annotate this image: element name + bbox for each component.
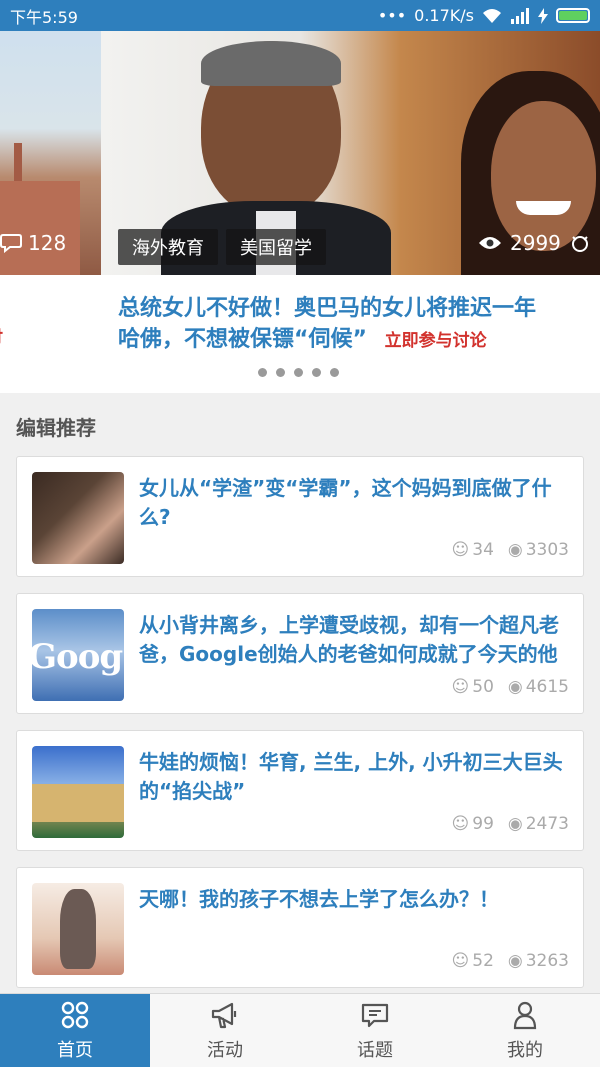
- eye-icon: [479, 237, 501, 249]
- wifi-icon: [483, 8, 501, 23]
- google-logo-text: Goog: [32, 637, 123, 677]
- charging-icon: [538, 7, 548, 24]
- slide-views: 2999: [478, 231, 591, 255]
- article-meta: ☺ 52 ◉ 3263: [452, 951, 569, 971]
- like-icon: ☺: [451, 951, 470, 971]
- like-icon: [571, 236, 588, 252]
- article-views: ◉ 2473: [507, 814, 569, 834]
- bottom-nav: 首页 活动 话题 我的: [0, 993, 600, 1067]
- article-title[interactable]: 天哪！我的孩子不想去上学了怎么办？！: [139, 885, 577, 914]
- status-time: 下午5:59: [10, 7, 78, 27]
- article-meta: ☺ 34 ◉ 3303: [452, 540, 569, 560]
- article-thumbnail[interactable]: [32, 746, 124, 838]
- hero-carousel[interactable]: 128 海外教育 美国留学 2999 学员 参与讨 总统女儿不好做！奥巴马的女儿…: [0, 31, 600, 393]
- nav-activity-label: 活动: [207, 1039, 243, 1061]
- article-thumbnail[interactable]: Goog: [32, 609, 124, 701]
- article-meta: ☺ 50 ◉ 4615: [452, 677, 569, 697]
- article-views: ◉ 4615: [507, 677, 569, 697]
- indicator-dot[interactable]: [330, 368, 339, 377]
- article-card[interactable]: 牛娃的烦恼！华育, 兰生, 上外, 小升初三大巨头的“掐尖战” ☺ 99 ◉ 247…: [16, 730, 584, 851]
- article-likes: ☺ 50: [451, 677, 494, 697]
- status-bar: 下午5:59 ••• 0.17K/s: [0, 0, 600, 31]
- carousel-indicators: [258, 368, 339, 377]
- signal-icon: [511, 7, 529, 24]
- prev-slide-comments: 128: [0, 231, 66, 255]
- like-icon: ☺: [451, 814, 470, 834]
- like-icon: ☺: [451, 677, 470, 697]
- megaphone-icon: [211, 1002, 237, 1028]
- comment-icon: [0, 234, 22, 253]
- nav-topics-label: 话题: [357, 1039, 393, 1061]
- article-views: ◉ 3303: [507, 540, 569, 560]
- nav-home-label: 首页: [57, 1039, 93, 1061]
- slide-tags: 海外教育 美国留学: [118, 229, 326, 265]
- indicator-dot[interactable]: [258, 368, 267, 377]
- article-thumbnail[interactable]: [32, 883, 124, 975]
- like-icon: ☺: [451, 540, 470, 560]
- indicator-dot[interactable]: [312, 368, 321, 377]
- nav-profile[interactable]: 我的: [450, 994, 600, 1067]
- article-card[interactable]: Goog 从小背井离乡，上学遭受歧视，却有一个超凡老爸，Google创始人的老爸…: [16, 593, 584, 714]
- nav-topics[interactable]: 话题: [300, 994, 450, 1067]
- article-likes: ☺ 52: [451, 951, 494, 971]
- article-card[interactable]: 女儿从“学渣”变“学霸”，这个妈妈到底做了什么? ☺ 34 ◉ 3303: [16, 456, 584, 577]
- article-likes: ☺ 34: [451, 540, 494, 560]
- article-list: 女儿从“学渣”变“学霸”，这个妈妈到底做了什么? ☺ 34 ◉ 3303 Goog …: [16, 456, 584, 1004]
- nav-profile-label: 我的: [507, 1039, 543, 1061]
- article-title[interactable]: 女儿从“学渣”变“学霸”，这个妈妈到底做了什么?: [139, 474, 577, 532]
- battery-icon: [556, 8, 590, 23]
- article-title[interactable]: 从小背井离乡，上学遭受歧视，却有一个超凡老爸，Google创始人的老爸如何成就了…: [139, 611, 577, 669]
- tag-us-study[interactable]: 美国留学: [226, 229, 326, 265]
- current-slide-title[interactable]: 总统女儿不好做！奥巴马的女儿将推迟一年 哈佛，不想被保镖“伺候” 立即参与讨论: [118, 293, 600, 357]
- eye-icon: ◉: [507, 677, 523, 697]
- section-title: 编辑推荐: [16, 416, 96, 440]
- nav-activity[interactable]: 活动: [150, 994, 300, 1067]
- chat-icon: [361, 1003, 389, 1027]
- prev-slide-title[interactable]: 学员 参与讨: [0, 293, 48, 353]
- article-meta: ☺ 99 ◉ 2473: [452, 814, 569, 834]
- article-views: ◉ 3263: [507, 951, 569, 971]
- article-thumbnail[interactable]: [32, 472, 124, 564]
- article-title[interactable]: 牛娃的烦恼！华育, 兰生, 上外, 小升初三大巨头的“掐尖战”: [139, 748, 577, 806]
- eye-icon: ◉: [507, 951, 523, 971]
- article-likes: ☺ 99: [451, 814, 494, 834]
- eye-icon: ◉: [507, 814, 523, 834]
- indicator-dot[interactable]: [276, 368, 285, 377]
- eye-icon: ◉: [507, 540, 523, 560]
- indicator-dot[interactable]: [294, 368, 303, 377]
- nav-home[interactable]: 首页: [0, 994, 150, 1067]
- status-icons: ••• 0.17K/s: [378, 6, 590, 25]
- network-speed: 0.17K/s: [414, 6, 474, 25]
- user-icon: [513, 1001, 537, 1029]
- join-discussion-link[interactable]: 立即参与讨论: [385, 331, 487, 351]
- more-dots-icon: •••: [377, 6, 407, 25]
- tag-overseas-education[interactable]: 海外教育: [118, 229, 218, 265]
- grid-icon: [61, 1001, 89, 1028]
- article-card[interactable]: 天哪！我的孩子不想去上学了怎么办？！ ☺ 52 ◉ 3263: [16, 867, 584, 988]
